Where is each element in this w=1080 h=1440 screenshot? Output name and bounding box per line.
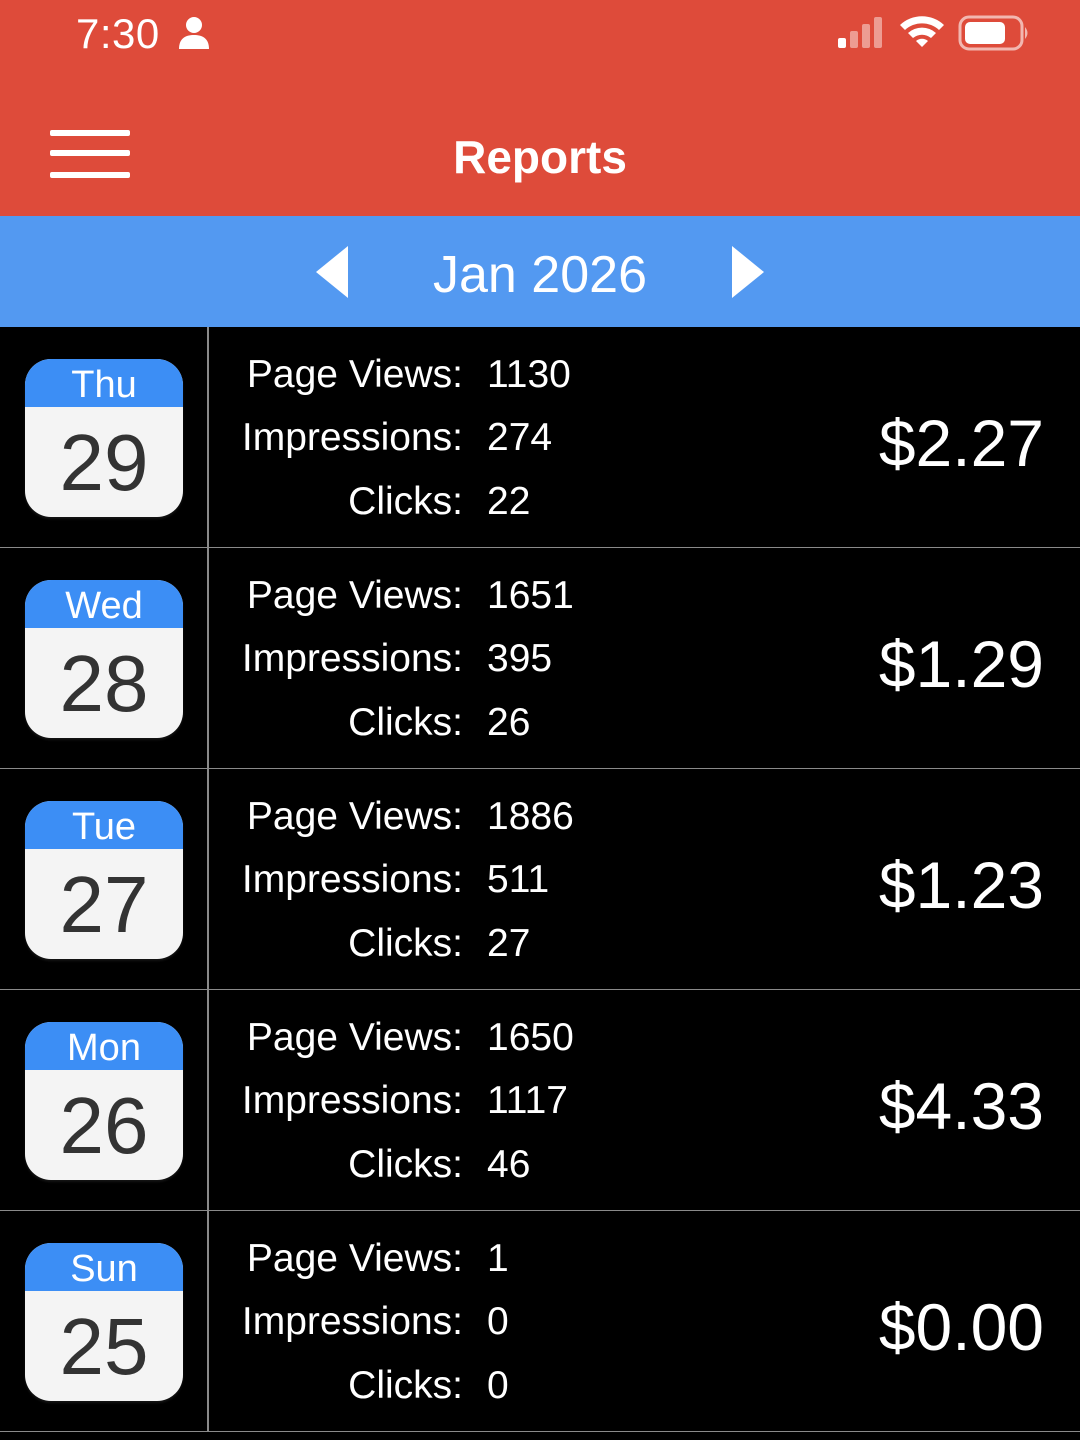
report-row[interactable]: Sun 25 Page Views: 1 Impressions: 0 Clic…	[0, 1211, 1080, 1432]
clicks-value: 0	[487, 1364, 509, 1407]
earnings-value: $2.27	[878, 406, 1044, 480]
earnings-value: $4.33	[878, 1069, 1044, 1143]
clicks-label: Clicks:	[348, 1143, 463, 1186]
impressions-value: 0	[487, 1300, 509, 1343]
clicks-label: Clicks:	[348, 701, 463, 744]
clicks-label: Clicks:	[348, 1364, 463, 1407]
page-views-value: 1886	[487, 795, 574, 838]
impressions-value: 511	[487, 858, 550, 901]
page-title: Reports	[453, 131, 627, 183]
report-row[interactable]: Mon 26 Page Views: 1650 Impressions: 111…	[0, 990, 1080, 1211]
report-list: Thu 29 Page Views: 1130 Impressions: 274…	[0, 327, 1080, 1440]
page-views-label: Page Views:	[246, 795, 463, 838]
calendar-day-number: 26	[59, 1081, 149, 1170]
calendar-day-of-week: Mon	[25, 1022, 183, 1070]
clicks-label: Clicks:	[348, 480, 463, 523]
battery-icon	[958, 15, 1028, 51]
month-label: Jan 2026	[433, 246, 647, 304]
clicks-label: Clicks:	[348, 922, 463, 965]
impressions-value: 1117	[487, 1079, 568, 1122]
row-divider	[207, 327, 209, 547]
impressions-label: Impressions:	[241, 858, 463, 901]
page-views-label: Page Views:	[246, 353, 463, 396]
page-views-value: 1	[487, 1237, 509, 1280]
page-views-label: Page Views:	[246, 574, 463, 617]
calendar-day-number: 27	[59, 860, 149, 949]
header-bar: 7:30 Reports	[0, 0, 1080, 216]
earnings-value: $1.29	[878, 627, 1044, 701]
row-divider	[207, 548, 209, 768]
page-views-value: 1651	[487, 574, 574, 617]
status-time: 7:30	[76, 10, 160, 57]
row-divider	[207, 769, 209, 989]
wifi-icon	[900, 16, 944, 47]
calendar-icon: Tue 27	[25, 801, 183, 959]
clicks-value: 26	[487, 701, 531, 744]
page-views-value: 1130	[487, 353, 571, 396]
report-row[interactable]: Wed 28 Page Views: 1651 Impressions: 395…	[0, 548, 1080, 769]
calendar-day-of-week: Wed	[25, 580, 183, 628]
app-screen: 7:30 Reports Jan 2026 Thu 29 Page Views:…	[0, 0, 1080, 1440]
clicks-value: 22	[487, 480, 531, 523]
person-icon	[179, 17, 209, 49]
calendar-icon: Sun 25	[25, 1243, 183, 1401]
earnings-value: $0.00	[878, 1290, 1044, 1364]
calendar-day-number: 29	[59, 418, 149, 507]
earnings-value: $1.23	[878, 848, 1044, 922]
month-navigator: Jan 2026	[0, 216, 1080, 327]
calendar-day-of-week: Thu	[25, 359, 183, 407]
page-views-label: Page Views:	[246, 1237, 463, 1280]
impressions-label: Impressions:	[241, 637, 463, 680]
calendar-icon: Thu 29	[25, 359, 183, 517]
calendar-day-of-week: Sun	[25, 1243, 183, 1291]
row-divider	[207, 1211, 209, 1431]
clicks-value: 46	[487, 1143, 531, 1186]
calendar-icon: Wed 28	[25, 580, 183, 738]
clicks-value: 27	[487, 922, 531, 965]
chevron-right-icon[interactable]	[728, 242, 768, 302]
row-divider	[207, 990, 209, 1210]
calendar-day-of-week: Tue	[25, 801, 183, 849]
impressions-label: Impressions:	[241, 416, 463, 459]
calendar-icon: Mon 26	[25, 1022, 183, 1180]
report-row[interactable]: Tue 27 Page Views: 1886 Impressions: 511…	[0, 769, 1080, 990]
page-views-value: 1650	[487, 1016, 574, 1059]
calendar-day-number: 25	[59, 1302, 149, 1391]
page-views-label: Page Views:	[246, 1016, 463, 1059]
impressions-label: Impressions:	[241, 1300, 463, 1343]
impressions-value: 395	[487, 637, 553, 680]
impressions-value: 274	[487, 416, 553, 459]
signal-icon	[838, 17, 882, 48]
impressions-label: Impressions:	[241, 1079, 463, 1122]
report-row[interactable]: Thu 29 Page Views: 1130 Impressions: 274…	[0, 327, 1080, 548]
calendar-day-number: 28	[59, 639, 149, 728]
